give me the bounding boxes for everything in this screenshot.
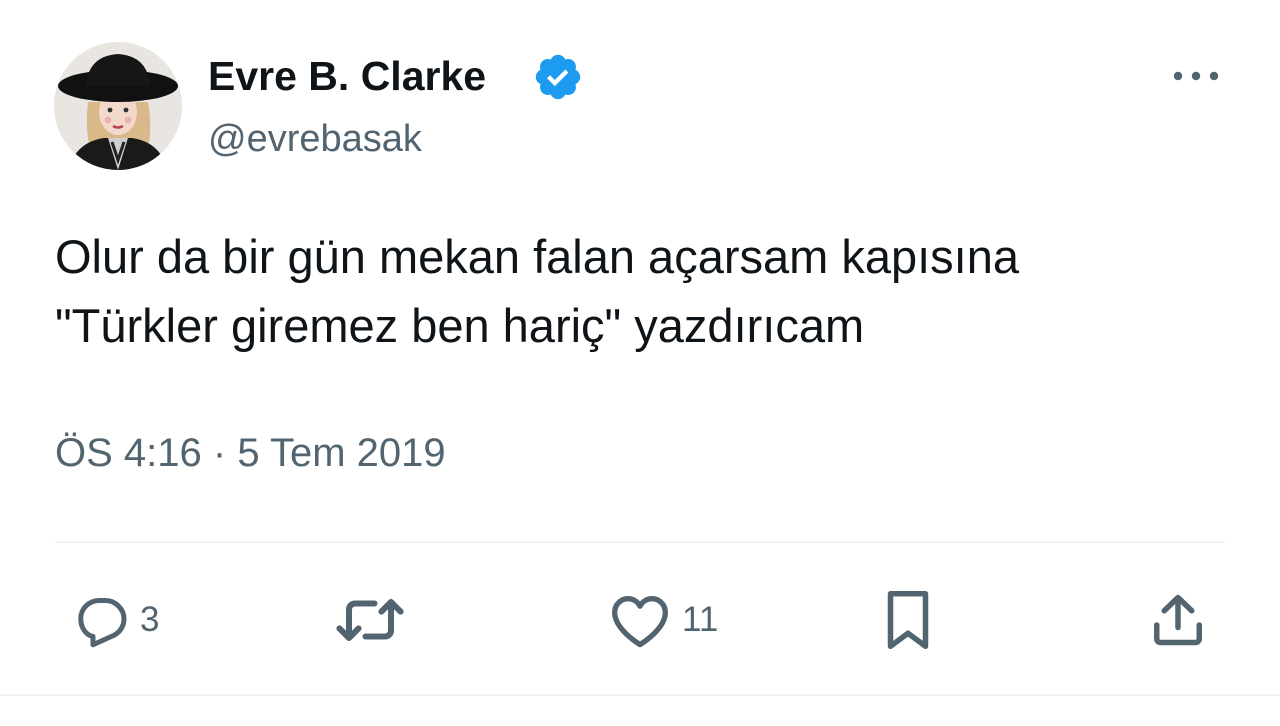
tweet-text: Olur da bir gün mekan falan açarsam kapı… [55, 222, 1235, 360]
avatar[interactable] [54, 42, 182, 170]
avatar-photo [54, 42, 182, 170]
verified-badge-icon [532, 51, 584, 103]
divider [55, 541, 1225, 543]
meta-separator: · [212, 431, 227, 475]
bookmark-button[interactable] [878, 590, 938, 650]
tweet-text-line: Olur da bir gün mekan falan açarsam kapı… [55, 230, 1020, 283]
like-count: 11 [682, 600, 719, 639]
bottom-divider [0, 694, 1280, 696]
reply-icon [70, 590, 130, 650]
tweet-time: ÖS 4:16 [55, 431, 202, 475]
reply-count: 3 [140, 600, 160, 639]
bookmark-icon [878, 587, 938, 653]
author-handle[interactable]: @evrebasak [208, 115, 422, 163]
retweet-button[interactable] [334, 590, 416, 650]
tweet-timestamp[interactable]: ÖS 4:16 · 5 Tem 2019 [55, 428, 446, 478]
like-button[interactable]: 11 [608, 590, 718, 650]
ellipsis-icon[interactable] [1168, 58, 1224, 94]
heart-icon [608, 590, 672, 650]
share-icon [1148, 590, 1208, 650]
share-button[interactable] [1148, 590, 1208, 650]
tweet-date: 5 Tem 2019 [237, 431, 446, 475]
author-display-name[interactable]: Evre B. Clarke [208, 52, 486, 100]
retweet-icon [334, 590, 406, 650]
reply-button[interactable]: 3 [70, 590, 159, 650]
tweet-text-line: "Türkler giremez ben hariç" yazdırıcam [55, 299, 865, 352]
